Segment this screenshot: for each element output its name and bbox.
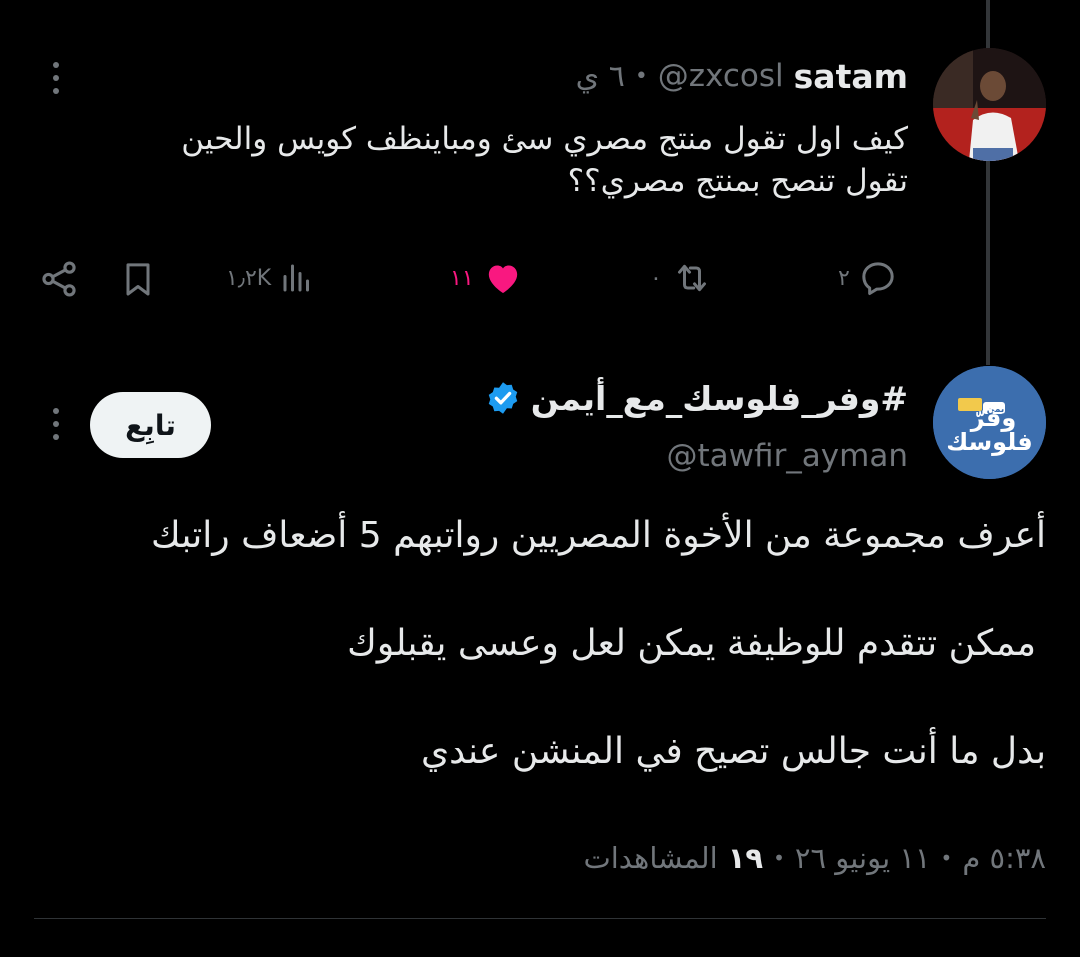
retweet-icon: [677, 264, 706, 292]
follow-button[interactable]: تابِع: [90, 392, 211, 458]
tweet-date[interactable]: ١١ يونيو ٢٦: [795, 841, 931, 875]
avatar[interactable]: [933, 48, 1046, 161]
main-handle[interactable]: @tawfir_ayman: [667, 438, 908, 474]
views-count: ١٫٢K: [226, 265, 272, 291]
reply-text-line: كيف اول تقول منتج مصري سئ ومباينظف كويس …: [181, 121, 908, 157]
reply-count: ٢: [838, 265, 850, 291]
avatar[interactable]: مع أيمن وفرّ فلوسك: [933, 366, 1046, 479]
main-text: أعرف مجموعة من الأخوة المصريين رواتبهم 5…: [46, 512, 1046, 776]
verified-badge-icon: [488, 382, 517, 414]
reply-handle[interactable]: @zxcosl: [658, 58, 784, 94]
reply-action[interactable]: ٢: [838, 258, 898, 298]
reply-time: ٦ ي: [575, 58, 625, 94]
analytics-icon: [283, 264, 310, 292]
more-options-icon[interactable]: [53, 62, 59, 94]
main-author-name[interactable]: #وفر_فلوسك_مع_أيمن: [531, 379, 908, 418]
reply-icon: [862, 262, 894, 295]
reply-text-line: تقول تنصح بمنتج مصري؟؟: [567, 163, 908, 199]
like-action[interactable]: ١١: [450, 258, 524, 298]
bookmark-icon: [126, 263, 150, 296]
reply-text: كيف اول تقول منتج مصري سئ ومباينظف كويس …: [68, 118, 908, 202]
share-icon: [42, 261, 76, 297]
separator: •: [773, 846, 785, 870]
avatar-text-bottom: فلوسك: [946, 428, 1033, 456]
main-text-paragraph: بدل ما أنت جالس تصيح في المنشن عندي: [420, 731, 1046, 772]
views-count: ١٩: [727, 841, 764, 875]
tweet-meta: ٥:٣٨ م • ١١ يونيو ٢٦ • ١٩ المشاهدات: [583, 838, 1046, 878]
divider: [34, 918, 1046, 919]
reply-author-name[interactable]: satam: [794, 57, 908, 96]
tweet-time: ٥:٣٨ م: [962, 841, 1046, 875]
retweet-count: ٠: [650, 265, 662, 291]
user-photo-icon: [933, 48, 1046, 161]
more-options-icon[interactable]: [53, 408, 59, 440]
like-count: ١١: [450, 265, 474, 291]
heart-icon: [488, 265, 517, 293]
views-label: المشاهدات: [583, 841, 718, 875]
retweet-action[interactable]: ٠: [650, 258, 714, 298]
separator: •: [634, 63, 648, 89]
main-text-paragraph: ممكن تتقدم للوظيفة يمكن لعل وعسى يقبلوك: [347, 623, 1036, 664]
avatar-text-top: وفرّ: [970, 404, 1017, 432]
views-action[interactable]: ١٫٢K: [226, 258, 315, 298]
separator: •: [940, 846, 953, 870]
main-text-paragraph: أعرف مجموعة من الأخوة المصريين رواتبهم 5…: [151, 515, 1046, 556]
bookmark-action[interactable]: [118, 258, 158, 304]
share-action[interactable]: [38, 258, 80, 304]
